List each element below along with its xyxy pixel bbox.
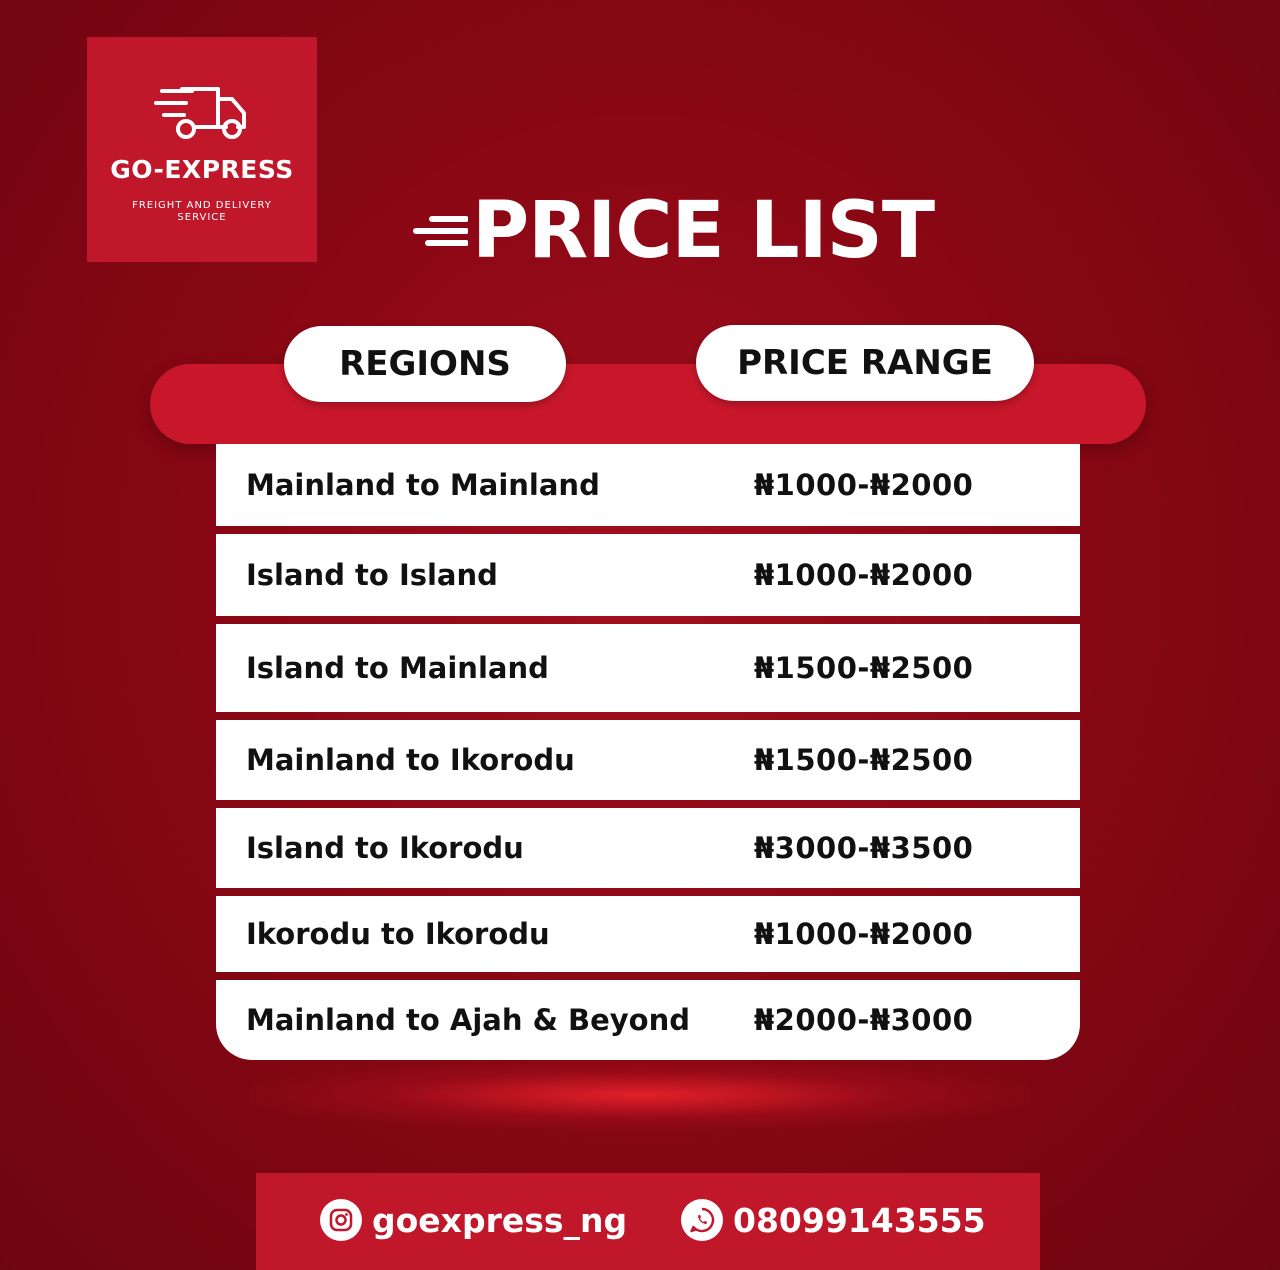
price-cell: ₦2000-₦3000 bbox=[754, 1003, 974, 1037]
table-row: Mainland to Mainland ₦1000-₦2000 bbox=[216, 444, 1080, 526]
page-title-group: PRICE LIST bbox=[412, 186, 935, 276]
speed-lines-icon bbox=[413, 216, 468, 246]
region-cell: Mainland to Mainland bbox=[246, 468, 600, 502]
price-cell: ₦1500-₦2500 bbox=[754, 743, 974, 777]
page-title: PRICE LIST bbox=[472, 186, 935, 276]
contact-footer: goexpress_ng 08099143555 bbox=[256, 1173, 1040, 1270]
red-glow-decoration bbox=[250, 1060, 1030, 1130]
region-cell: Ikorodu to Ikorodu bbox=[246, 917, 550, 951]
brand-logo: GO-EXPRESS FREIGHT AND DELIVERY SERVICE bbox=[87, 37, 317, 262]
table-row: Island to Island ₦1000-₦2000 bbox=[216, 534, 1080, 616]
region-cell: Island to Ikorodu bbox=[246, 831, 524, 865]
instagram-contact[interactable]: goexpress_ng bbox=[320, 1199, 627, 1241]
price-cell: ₦1000-₦2000 bbox=[754, 558, 974, 592]
price-cell: ₦1500-₦2500 bbox=[754, 651, 974, 685]
region-cell: Mainland to Ikorodu bbox=[246, 743, 575, 777]
brand-tagline-line1: FREIGHT AND DELIVERY bbox=[132, 200, 272, 211]
price-cell: ₦1000-₦2000 bbox=[754, 468, 974, 502]
price-cell: ₦1000-₦2000 bbox=[754, 917, 974, 951]
region-cell: Mainland to Ajah & Beyond bbox=[246, 1003, 690, 1037]
table-row: Mainland to Ajah & Beyond ₦2000-₦3000 bbox=[216, 980, 1080, 1060]
delivery-truck-icon bbox=[154, 87, 246, 139]
instagram-handle: goexpress_ng bbox=[372, 1200, 628, 1240]
table-row: Ikorodu to Ikorodu ₦1000-₦2000 bbox=[216, 896, 1080, 972]
whatsapp-contact[interactable]: 08099143555 bbox=[681, 1199, 986, 1241]
brand-tagline: FREIGHT AND DELIVERY SERVICE bbox=[122, 200, 282, 224]
brand-tagline-line2: SERVICE bbox=[177, 212, 227, 223]
whatsapp-icon bbox=[681, 1199, 723, 1241]
region-cell: Island to Island bbox=[246, 558, 498, 592]
table-row: Island to Mainland ₦1500-₦2500 bbox=[216, 624, 1080, 712]
price-cell: ₦3000-₦3500 bbox=[754, 831, 974, 865]
regions-header: REGIONS bbox=[284, 326, 566, 402]
brand-name: GO-EXPRESS bbox=[110, 155, 294, 184]
table-row: Mainland to Ikorodu ₦1500-₦2500 bbox=[216, 720, 1080, 800]
instagram-icon bbox=[320, 1199, 362, 1241]
table-row: Island to Ikorodu ₦3000-₦3500 bbox=[216, 808, 1080, 888]
whatsapp-number: 08099143555 bbox=[733, 1200, 986, 1240]
price-range-header: PRICE RANGE bbox=[696, 325, 1034, 401]
region-cell: Island to Mainland bbox=[246, 651, 549, 685]
